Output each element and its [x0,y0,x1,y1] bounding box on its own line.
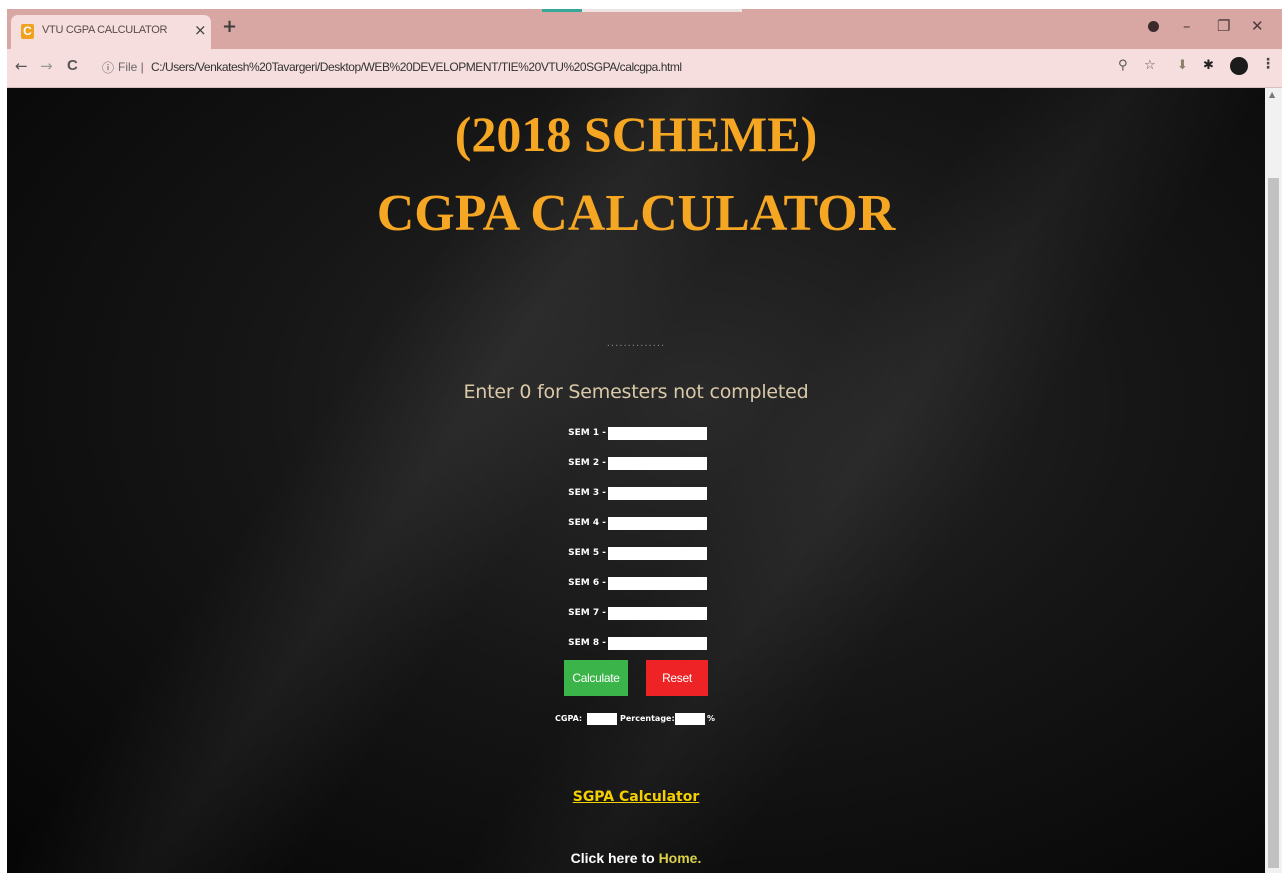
cgpa-label: CGPA: [555,714,583,723]
browser-tab[interactable]: C VTU CGPA CALCULATOR × [11,15,211,49]
close-window-icon[interactable]: ✕ [1251,17,1264,35]
sem-label: SEM 4 - [568,518,606,528]
sgpa-calculator-link[interactable]: SGPA Calculator [573,789,700,805]
sem-row-7: SEM 7 - [547,607,727,623]
menu-icon[interactable]: ⋮ [1261,56,1275,72]
sgpa-link-container: SGPA Calculator [7,788,1265,806]
sem-label: SEM 1 - [568,428,606,438]
percent-sign: % [707,714,716,723]
sem-7-input[interactable] [608,607,707,620]
tab-title: VTU CGPA CALCULATOR [42,24,168,36]
divider-dots: .............. [606,338,666,349]
percentage-output [675,713,705,725]
sem-row-2: SEM 2 - [547,457,727,473]
puzzle-icon[interactable]: ✱ [1203,58,1214,73]
sem-label: SEM 8 - [568,638,606,648]
sem-4-input[interactable] [608,517,707,530]
url-text[interactable]: C:/Users/Venkatesh%20Tavargeri/Desktop/W… [151,60,682,74]
reset-button[interactable]: Reset [646,660,708,696]
address-bar[interactable]: ⓘ File | C:/Users/Venkatesh%20Tavargeri/… [96,54,1166,80]
sem-2-input[interactable] [608,457,707,470]
home-link[interactable]: Home. [659,850,702,866]
reload-icon[interactable]: C [67,57,78,74]
sem-label: SEM 6 - [568,578,606,588]
sem-row-6: SEM 6 - [547,577,727,593]
info-icon[interactable]: ⓘ [102,59,114,76]
minimize-icon[interactable]: – [1183,17,1191,35]
scheme-title: (2018 SCHEME) [454,106,818,162]
taskbar-accent-light [582,9,742,12]
zoom-icon[interactable]: ⚲ [1118,58,1128,73]
tab-close-icon[interactable]: × [194,21,207,39]
profile-indicator-icon[interactable] [1148,21,1159,32]
page-content: (2018 SCHEME) CGPA CALCULATOR ..........… [7,88,1265,873]
sem-row-4: SEM 4 - [547,517,727,533]
sem-row-3: SEM 3 - [547,487,727,503]
sem-label: SEM 2 - [568,458,606,468]
instruction-text: Enter 0 for Semesters not completed [463,381,809,403]
browser-toolbar: ← → C ⓘ File | C:/Users/Venkatesh%20Tava… [7,49,1282,88]
home-prefix-text: Click here to [570,850,659,866]
result-line: CGPA: Percentage: % [555,712,725,726]
page-title: CGPA CALCULATOR [376,185,896,242]
browser-window: C VTU CGPA CALCULATOR × + – ❐ ✕ ← → C ⓘ … [7,9,1282,873]
sem-row-1: SEM 1 - [547,427,727,443]
new-tab-icon[interactable]: + [222,16,237,37]
scrollbar-thumb[interactable] [1268,178,1279,868]
taskbar-accent [542,9,582,12]
scheme-label: File | [118,60,144,74]
favicon-icon: C [21,24,34,39]
sem-3-input[interactable] [608,487,707,500]
sem-label: SEM 5 - [568,548,606,558]
extension-icon[interactable]: ⬇ [1177,58,1188,73]
avatar[interactable] [1230,57,1248,75]
sem-label: SEM 7 - [568,608,606,618]
forward-icon[interactable]: → [40,57,53,75]
back-icon[interactable]: ← [15,57,28,75]
tab-strip: C VTU CGPA CALCULATOR × + – ❐ ✕ [7,9,1282,49]
cgpa-output [587,713,617,725]
sem-1-input[interactable] [608,427,707,440]
sem-row-5: SEM 5 - [547,547,727,563]
bookmark-star-icon[interactable]: ☆ [1144,58,1156,73]
sem-row-8: SEM 8 - [547,637,727,653]
maximize-icon[interactable]: ❐ [1217,17,1230,35]
scroll-up-icon[interactable]: ▲ [1269,90,1275,99]
sem-8-input[interactable] [608,637,707,650]
percentage-label: Percentage: [620,714,675,723]
sem-6-input[interactable] [608,577,707,590]
sem-label: SEM 3 - [568,488,606,498]
home-line: Click here to Home. [7,850,1265,866]
sem-5-input[interactable] [608,547,707,560]
vertical-scrollbar[interactable]: ▲ [1265,88,1282,873]
calculate-button[interactable]: Calculate [564,660,628,696]
